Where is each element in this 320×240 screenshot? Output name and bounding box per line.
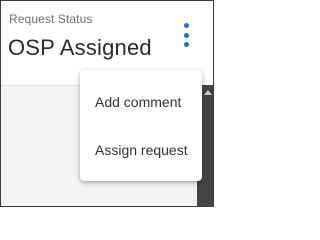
more-vert-icon-dot [183,42,189,47]
menu-item-add-comment[interactable]: Add comment [95,94,181,110]
menu-item-assign-request[interactable]: Assign request [95,142,188,158]
options-menu: Add comment Assign request [80,70,202,181]
more-vert-icon-dot [183,23,189,28]
more-vert-icon-dot [183,32,189,38]
scroll-up-arrow-icon[interactable] [204,90,212,95]
request-status-label: Request Status [9,12,93,26]
request-status-panel: Request Status OSP Assigned Add comment … [0,0,214,207]
request-status-value: OSP Assigned [8,35,152,60]
more-options-button[interactable] [179,23,193,47]
